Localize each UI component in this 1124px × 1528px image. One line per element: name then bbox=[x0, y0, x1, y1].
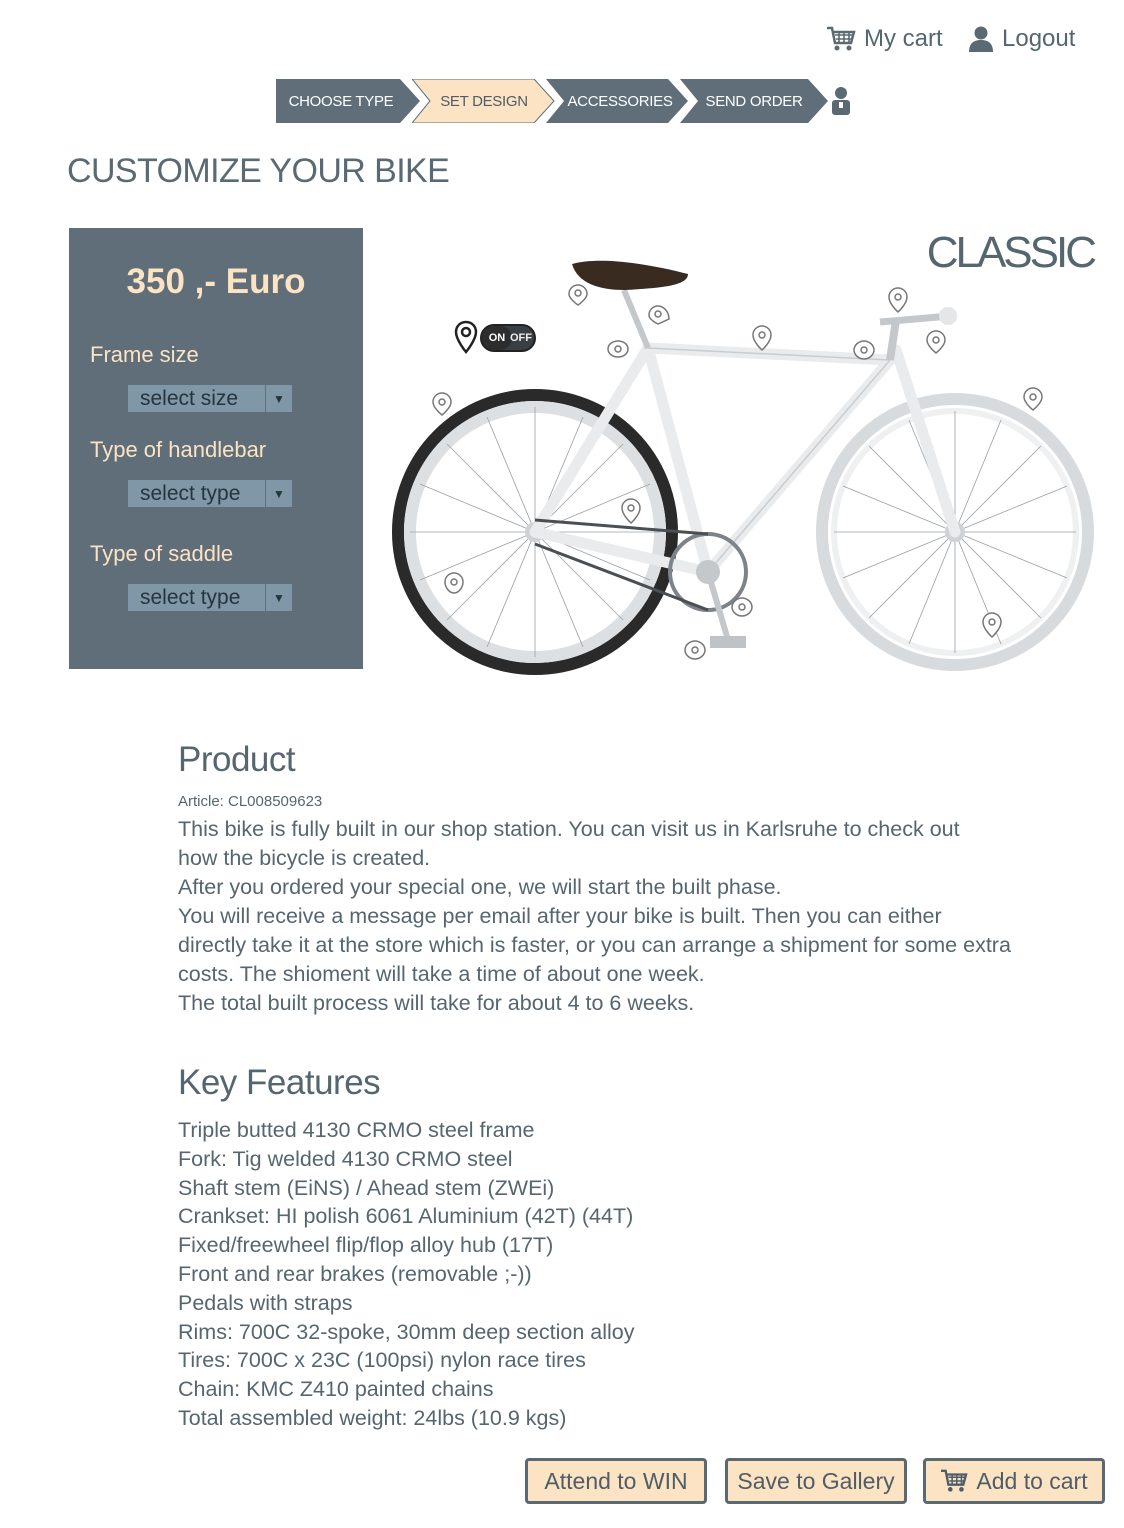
save-to-gallery-button[interactable]: Save to Gallery bbox=[725, 1458, 907, 1504]
toggle-off-label: OFF bbox=[510, 332, 532, 344]
toggle-on-label: ON bbox=[482, 326, 512, 350]
handlebar-value: select type bbox=[140, 482, 241, 505]
frame-size-select[interactable]: select size ▼ bbox=[128, 385, 292, 412]
hotspot-toggle[interactable]: ON OFF bbox=[480, 324, 536, 352]
hotspot-pin-icon[interactable] bbox=[730, 597, 754, 617]
article-number: Article: CL008509623 bbox=[178, 793, 323, 810]
step-send-order[interactable]: SEND ORDER bbox=[680, 79, 828, 123]
chevron-down-icon: ▼ bbox=[265, 584, 292, 611]
feature-item: Rims: 700C 32-spoke, 30mm deep section a… bbox=[178, 1319, 635, 1344]
step-accessories[interactable]: ACCESSORIES bbox=[546, 79, 688, 123]
order-steps: CHOOSE TYPE SET DESIGN ACCESSORIES SEND … bbox=[276, 79, 828, 123]
product-title: Product bbox=[178, 740, 296, 779]
step-set-design[interactable]: SET DESIGN bbox=[412, 79, 555, 123]
attend-to-win-button[interactable]: Attend to WIN bbox=[525, 1458, 707, 1504]
description-line: After you ordered your special one, we w… bbox=[178, 875, 782, 899]
hotspot-pin-icon[interactable] bbox=[606, 340, 630, 358]
hotspot-pin-icon[interactable] bbox=[888, 287, 908, 313]
description-line: You will receive a message per email aft… bbox=[178, 904, 942, 928]
feature-item: Fixed/freewheel flip/flop alloy hub (17T… bbox=[178, 1233, 554, 1258]
person-icon bbox=[832, 87, 850, 115]
my-cart-label: My cart bbox=[864, 25, 943, 52]
chevron-down-icon: ▼ bbox=[265, 480, 292, 507]
step-label: SET DESIGN bbox=[440, 92, 528, 110]
hotspot-pin-icon[interactable] bbox=[982, 612, 1002, 638]
hotspot-pin-icon[interactable] bbox=[443, 572, 465, 594]
add-to-cart-button[interactable]: Add to cart bbox=[923, 1458, 1105, 1504]
features-title: Key Features bbox=[178, 1063, 381, 1102]
add-to-cart-label: Add to cart bbox=[976, 1467, 1088, 1494]
saddle-label: Type of saddle bbox=[90, 541, 234, 566]
hotspot-pin-icon[interactable] bbox=[648, 305, 670, 325]
step-label: SEND ORDER bbox=[705, 92, 803, 110]
cart-icon bbox=[827, 26, 856, 51]
hotspot-pin-icon[interactable] bbox=[621, 498, 641, 524]
handlebar-select[interactable]: select type ▼ bbox=[128, 480, 292, 507]
feature-item: Front and rear brakes (removable ;-)) bbox=[178, 1261, 532, 1286]
logout-link[interactable]: Logout bbox=[968, 22, 1075, 56]
description-line: This bike is fully built in our shop sta… bbox=[178, 817, 960, 841]
frame-size-label: Frame size bbox=[90, 342, 199, 367]
features-list: Triple butted 4130 CRMO steel frame Fork:… bbox=[178, 1116, 635, 1433]
step-label: CHOOSE TYPE bbox=[288, 92, 394, 110]
product-description: This bike is fully built in our shop sta… bbox=[178, 815, 1058, 1018]
feature-item: Crankset: HI polish 6061 Aluminium (42T)… bbox=[178, 1204, 634, 1229]
feature-item: Chain: KMC Z410 painted chains bbox=[178, 1377, 494, 1402]
frame-size-value: select size bbox=[140, 387, 239, 410]
chevron-down-icon: ▼ bbox=[265, 385, 292, 412]
step-choose-type[interactable]: CHOOSE TYPE bbox=[276, 79, 420, 123]
description-line: directly take it at the store which is f… bbox=[178, 933, 1011, 957]
price: 350 ,- Euro bbox=[126, 262, 306, 301]
handlebar-label: Type of handlebar bbox=[90, 437, 267, 462]
hotspot-pin-icon[interactable] bbox=[568, 284, 588, 306]
hotspot-pin-icon[interactable] bbox=[752, 325, 772, 351]
hotspot-pin-icon[interactable] bbox=[1022, 387, 1044, 411]
saddle-select[interactable]: select type ▼ bbox=[128, 584, 292, 611]
user-icon bbox=[969, 26, 993, 52]
description-line: how the bicycle is created. bbox=[178, 846, 431, 870]
hotspot-pin-icon[interactable] bbox=[926, 330, 946, 354]
logout-label: Logout bbox=[1002, 25, 1076, 52]
save-to-gallery-label: Save to Gallery bbox=[737, 1467, 895, 1494]
feature-item: Shaft stem (EiNS) / Ahead stem (ZWEi) bbox=[178, 1175, 555, 1200]
feature-item: Fork: Tig welded 4130 CRMO steel bbox=[178, 1146, 513, 1171]
attend-to-win-label: Attend to WIN bbox=[544, 1467, 688, 1494]
description-line: costs. The shioment will take a time of … bbox=[178, 962, 705, 986]
my-cart-link[interactable]: My cart bbox=[826, 22, 943, 56]
feature-item: Triple butted 4130 CRMO steel frame bbox=[178, 1118, 535, 1142]
feature-item: Tires: 700C x 23C (100psi) nylon race ti… bbox=[178, 1348, 586, 1373]
saddle-value: select type bbox=[140, 586, 241, 609]
page-title: CUSTOMIZE YOUR BIKE bbox=[67, 152, 450, 190]
location-pin-icon bbox=[454, 320, 478, 354]
hotspot-pin-icon[interactable] bbox=[852, 340, 876, 360]
feature-item: Pedals with straps bbox=[178, 1290, 353, 1315]
hotspot-pin-icon[interactable] bbox=[683, 640, 707, 660]
description-line: The total built process will take for ab… bbox=[178, 991, 695, 1015]
step-label: ACCESSORIES bbox=[567, 92, 673, 110]
hotspot-pin-icon[interactable] bbox=[432, 392, 452, 416]
feature-item: Total assembled weight: 24lbs (10.9 kgs) bbox=[178, 1405, 567, 1430]
cart-icon bbox=[941, 1469, 968, 1492]
